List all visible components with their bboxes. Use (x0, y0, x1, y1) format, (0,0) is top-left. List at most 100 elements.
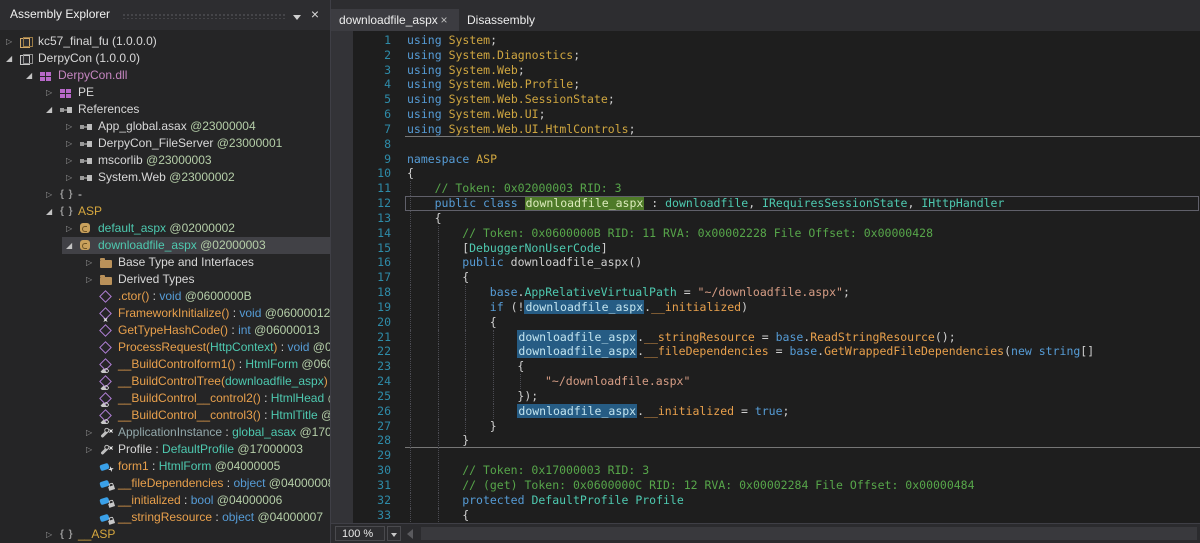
tree-row[interactable]: __BuildControlform1() : HtmlForm @060 (0, 356, 330, 373)
code-line[interactable]: 21downloadfile_aspx.__stringResource = b… (353, 330, 1200, 345)
expander-collapsed-icon[interactable]: ▷ (46, 186, 52, 203)
tree-row[interactable]: __stringResource : object @04000007 (0, 509, 330, 526)
tree-item-label: FrameworkInitialize() : void @06000012 (0, 306, 330, 320)
expander-collapsed-icon[interactable]: ▷ (86, 424, 92, 441)
expander-collapsed-icon[interactable]: ▷ (66, 135, 72, 152)
tree-row[interactable]: GetTypeHashCode() : int @06000013 (0, 322, 330, 339)
code-line[interactable]: 33{ (353, 508, 1200, 523)
tab-disassembly[interactable]: Disassembly (459, 9, 543, 31)
expander-collapsed-icon[interactable]: ▷ (6, 33, 12, 50)
code-line[interactable]: 16public downloadfile_aspx() (353, 255, 1200, 270)
code-line[interactable]: 10{ (353, 166, 1200, 181)
symbol-highlight: downloadfile_aspx (525, 196, 645, 210)
code-line[interactable]: 5using System.Web.SessionState; (353, 92, 1200, 107)
expander-collapsed-icon[interactable]: ▷ (46, 84, 52, 101)
code-line[interactable]: 7using System.Web.UI.HtmlControls; (353, 122, 1200, 137)
tab-downloadfile-aspx[interactable]: downloadfile_aspx × (331, 9, 459, 31)
tree-row[interactable]: ▷kc57_final_fu (1.0.0.0) (0, 33, 330, 50)
code-line[interactable]: 17{ (353, 270, 1200, 285)
code-line[interactable]: 27} (353, 419, 1200, 434)
tree-row[interactable]: ◢downloadfile_aspx @02000003 (0, 237, 330, 254)
tree-row[interactable]: ▷Profile : DefaultProfile @17000003 (0, 441, 330, 458)
tree-row[interactable]: __fileDependencies : object @04000008 (0, 475, 330, 492)
expander-collapsed-icon[interactable]: ▷ (66, 152, 72, 169)
tree-row[interactable]: __initialized : bool @04000006 (0, 492, 330, 509)
tree-row[interactable]: form1 : HtmlForm @04000005 (0, 458, 330, 475)
expander-expanded-icon[interactable]: ◢ (66, 237, 72, 254)
tree-row[interactable]: __BuildControlTree(downloadfile_aspx) : (0, 373, 330, 390)
expander-collapsed-icon[interactable]: ▷ (66, 220, 72, 237)
zoom-dropdown-icon[interactable] (387, 526, 401, 541)
code-line[interactable]: 14// Token: 0x0600000B RID: 11 RVA: 0x00… (353, 226, 1200, 241)
code-line[interactable]: 3using System.Web; (353, 63, 1200, 78)
expander-expanded-icon[interactable]: ◢ (46, 203, 52, 220)
code-line[interactable]: 23{ (353, 359, 1200, 374)
code-line[interactable]: 24"~/downloadfile.aspx" (353, 374, 1200, 389)
tree-row[interactable]: ▷default_aspx @02000002 (0, 220, 330, 237)
tree-row[interactable]: ◢DerpyCon (1.0.0.0) (0, 50, 330, 67)
tree-row[interactable]: __BuildControl__control2() : HtmlHead @ (0, 390, 330, 407)
indent-guide (465, 419, 466, 434)
code-line[interactable]: 2using System.Diagnostics; (353, 48, 1200, 63)
code-line[interactable]: 20{ (353, 315, 1200, 330)
tree-row[interactable]: ▷App_global.asax @23000004 (0, 118, 330, 135)
tree-row[interactable]: ▷PE (0, 84, 330, 101)
expander-collapsed-icon[interactable]: ▷ (86, 254, 92, 271)
tree-row[interactable]: ▷Derived Types (0, 271, 330, 288)
code-line[interactable]: 28} (353, 433, 1200, 448)
code-editor[interactable]: 1using System;2using System.Diagnostics;… (331, 31, 1200, 523)
code-line[interactable]: 19if (!downloadfile_aspx.__initialized) (353, 300, 1200, 315)
indent-guide (410, 389, 411, 404)
code-line[interactable]: 12public class downloadfile_aspx : downl… (353, 196, 1200, 211)
code-line[interactable]: 30// Token: 0x17000003 RID: 3 (353, 463, 1200, 478)
code-line[interactable]: 29 (353, 448, 1200, 463)
code-line[interactable]: 32protected DefaultProfile Profile (353, 493, 1200, 508)
tree-row[interactable]: __BuildControl__control3() : HtmlTitle @ (0, 407, 330, 424)
expander-expanded-icon[interactable]: ◢ (46, 101, 52, 118)
code-line[interactable]: 9namespace ASP (353, 152, 1200, 167)
tab-close-icon[interactable]: × (437, 9, 451, 31)
tree-row[interactable]: FrameworkInitialize() : void @06000012 (0, 305, 330, 322)
code-line[interactable]: 8 (353, 137, 1200, 152)
expander-collapsed-icon[interactable]: ▷ (86, 271, 92, 288)
zoom-level-combo[interactable]: 100 % (335, 526, 385, 541)
close-panel-icon[interactable]: × (307, 6, 323, 22)
scroll-left-arrow-icon[interactable] (407, 529, 413, 539)
tree-row[interactable]: ◢References (0, 101, 330, 118)
expander-collapsed-icon[interactable]: ▷ (66, 118, 72, 135)
tree-item-label: __initialized : bool @04000006 (0, 493, 282, 507)
code-text: using System.Web.SessionState; (391, 92, 615, 107)
panel-menu-dropdown-icon[interactable] (290, 9, 304, 23)
code-line[interactable]: 15[DebuggerNonUserCode] (353, 241, 1200, 256)
tree-row[interactable]: ◢DerpyCon.dll (0, 67, 330, 84)
tree-row[interactable]: ▷DerpyCon_FileServer @23000001 (0, 135, 330, 152)
tree-row[interactable]: ▷ApplicationInstance : global_asax @1700 (0, 424, 330, 441)
code-line[interactable]: 26downloadfile_aspx.__initialized = true… (353, 404, 1200, 419)
code-line[interactable]: 31// (get) Token: 0x0600000C RID: 12 RVA… (353, 478, 1200, 493)
code-line[interactable]: 1using System; (353, 33, 1200, 48)
tree-row[interactable]: ▷{ }__ASP (0, 526, 330, 543)
indent-guide (410, 419, 411, 434)
expander-collapsed-icon[interactable]: ▷ (66, 169, 72, 186)
expander-expanded-icon[interactable]: ◢ (6, 50, 12, 67)
expander-collapsed-icon[interactable]: ▷ (86, 441, 92, 458)
tree-row[interactable]: ◢{ }ASP (0, 203, 330, 220)
tree-row[interactable]: .ctor() : void @0600000B (0, 288, 330, 305)
tree-row[interactable]: ▷System.Web @23000002 (0, 169, 330, 186)
tree-row[interactable]: ▷Base Type and Interfaces (0, 254, 330, 271)
code-line[interactable]: 25}); (353, 389, 1200, 404)
expander-expanded-icon[interactable]: ◢ (26, 67, 32, 84)
code-line[interactable]: 18base.AppRelativeVirtualPath = "~/downl… (353, 285, 1200, 300)
code-line[interactable]: 22downloadfile_aspx.__fileDependencies =… (353, 344, 1200, 359)
breakpoint-gutter[interactable] (331, 31, 353, 523)
code-line[interactable]: 11// Token: 0x02000003 RID: 3 (353, 181, 1200, 196)
code-line[interactable]: 6using System.Web.UI; (353, 107, 1200, 122)
drag-grip-dots[interactable] (122, 13, 286, 19)
tree-row[interactable]: ProcessRequest(HttpContext) : void @06 (0, 339, 330, 356)
expander-collapsed-icon[interactable]: ▷ (46, 526, 52, 543)
tree-row[interactable]: ▷{ }- (0, 186, 330, 203)
tree-row[interactable]: ▷mscorlib @23000003 (0, 152, 330, 169)
code-line[interactable]: 4using System.Web.Profile; (353, 77, 1200, 92)
horizontal-scrollbar-thumb[interactable] (421, 527, 1197, 540)
code-line[interactable]: 13{ (353, 211, 1200, 226)
